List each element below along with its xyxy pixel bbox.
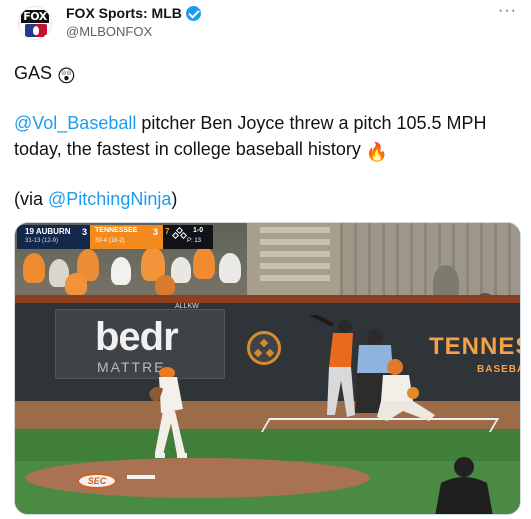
fire-emoji-icon: 🔥 (365, 142, 389, 162)
inning-indicator: 7 (165, 227, 170, 236)
allkw-sign: ALLKW (175, 303, 199, 310)
mlb-logo-icon (25, 24, 47, 37)
account-name-row: FOX Sports: MLB (66, 5, 201, 21)
astonished-face-emoji-icon: 😲 (57, 66, 76, 86)
home-team-record: 39-4 (18-2) (95, 238, 125, 244)
tweet-video-media[interactable]: ALLKW bedr MATTRE TENNES BASEBA SEC (14, 222, 521, 515)
pitch-count: P: 13 (187, 238, 202, 244)
umpire-foreground-figure (435, 457, 493, 514)
mention-link-pitching-ninja[interactable]: @PitchingNinja (48, 189, 171, 209)
via-prefix: (via (14, 189, 49, 209)
tristar-seal-icon (247, 331, 281, 365)
tweet-card: FOX FOX Sports: MLB @MLBONFOX ··· GAS 😲 … (0, 0, 531, 519)
verified-badge-icon (185, 5, 201, 21)
away-team-record: 31-13 (12-9) (25, 238, 59, 244)
fox-logo-icon: FOX (21, 10, 49, 23)
scorebug-away: 19 AUBURN 31-13 (12-9) 3 (17, 225, 90, 249)
tweet-line-1-text: GAS (14, 63, 53, 83)
account-handle[interactable]: @MLBONFOX (66, 24, 152, 39)
account-avatar[interactable]: FOX (18, 6, 52, 40)
scorebug-home: TENNESSEE 39-4 (18-2) 3 (90, 225, 163, 249)
bases-diamond-icon (171, 226, 188, 242)
sponsor-main-text: bedr (95, 315, 179, 359)
home-team-name: TENNESSEE (95, 227, 138, 234)
display-name[interactable]: FOX Sports: MLB (66, 5, 182, 21)
mention-link-vol-baseball[interactable]: @Vol_Baseball (14, 113, 136, 133)
ball-strike-count: 1-0 (193, 227, 204, 234)
catcher-figure (377, 359, 435, 421)
home-team-score: 3 (153, 227, 159, 237)
scorebug: 19 AUBURN 31-13 (12-9) 3 TENNESSEE 39-4 … (17, 225, 213, 249)
pitching-rubber (127, 475, 155, 479)
railing (340, 223, 520, 303)
sec-mound-logo: SEC (77, 473, 117, 489)
baseball-wall-text: BASEBA (477, 364, 521, 375)
tweet-body: @Vol_Baseball pitcher Ben Joyce threw a … (14, 110, 514, 165)
tweet-via-line: (via @PitchingNinja) (14, 186, 177, 212)
tweet-line-1: GAS 😲 (14, 60, 76, 89)
pitcher-figure (149, 367, 187, 458)
away-team-score: 3 (82, 227, 88, 237)
via-suffix: ) (171, 189, 178, 209)
away-team-name: 19 AUBURN (25, 227, 71, 236)
tunnel-steps (260, 227, 330, 287)
more-options-button[interactable]: ··· (498, 2, 517, 20)
